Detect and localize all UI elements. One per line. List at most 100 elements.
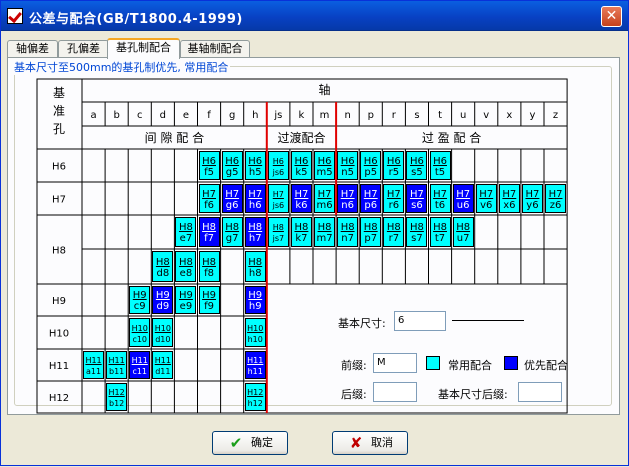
ok-button[interactable]: ✔ 确定 xyxy=(212,431,288,455)
fit-hole-label: H8 xyxy=(178,222,193,233)
fit-shaft-label: x6 xyxy=(503,199,516,211)
fit-cell-h9-f9[interactable]: H9 f9 xyxy=(198,286,220,314)
fit-cell-h8-t7[interactable]: H8 t7 xyxy=(429,217,451,247)
fit-shaft-label: h8 xyxy=(248,267,262,279)
fit-cell-h12-h12[interactable]: H12 h12 xyxy=(244,383,266,411)
fit-shaft-label: n7 xyxy=(341,233,354,244)
suffix-input[interactable] xyxy=(373,382,417,402)
fit-cell-h8-js7[interactable]: H8 js7 xyxy=(267,217,289,247)
fit-shaft-label: d11 xyxy=(155,367,171,376)
fit-cell-h8-m7[interactable]: H8 m7 xyxy=(314,217,336,247)
fit-cell-h7-f6[interactable]: H7 f6 xyxy=(198,184,220,213)
fit-cell-h6-s5[interactable]: H6 s5 xyxy=(406,151,428,180)
fit-cell-h8-k7[interactable]: H8 k7 xyxy=(290,217,312,247)
fit-hole-label: H7 xyxy=(525,188,540,200)
preferred-fit-swatch xyxy=(504,356,518,370)
fit-cell-h7-k6[interactable]: H7 k6 xyxy=(290,184,312,213)
fit-cell-h11-h11[interactable]: H11 h11 xyxy=(244,351,266,379)
fit-cell-h8-s7[interactable]: H8 s7 xyxy=(406,217,428,247)
fit-cell-h7-n6[interactable]: H7 n6 xyxy=(337,184,359,213)
fit-cell-h8-f8[interactable]: H8 f8 xyxy=(198,251,220,282)
fit-cell-h8-e7[interactable]: H8 e7 xyxy=(175,217,197,247)
fit-cell-h7-m6[interactable]: H7 m6 xyxy=(314,184,336,213)
fit-shaft-label: m7 xyxy=(316,233,333,244)
fit-cell-h7-h6[interactable]: H7 h6 xyxy=(244,184,266,213)
fit-hole-label: H11 xyxy=(154,356,171,365)
fit-hole-label: H7 xyxy=(340,188,355,200)
cancel-button[interactable]: ✘ 取消 xyxy=(332,431,408,455)
fit-hole-label: H7 xyxy=(248,188,263,200)
fit-cell-h8-d8[interactable]: H8 d8 xyxy=(152,251,174,282)
fit-cell-h6-m5[interactable]: H6 m5 xyxy=(314,151,336,180)
cross-icon: ✘ xyxy=(349,434,363,452)
tab-shaft-basis-fits[interactable]: 基轴制配合 xyxy=(180,40,250,58)
fit-cell-h11-a11[interactable]: H11 a11 xyxy=(83,351,105,379)
fit-hole-label: H9 xyxy=(155,290,170,301)
tab-hole-deviation[interactable]: 孔偏差 xyxy=(58,40,109,58)
fit-cell-h8-n7[interactable]: H8 n7 xyxy=(337,217,359,247)
fit-shaft-label: k7 xyxy=(295,233,308,244)
fit-cell-h8-r7[interactable]: H8 r7 xyxy=(383,217,405,247)
fit-cell-h6-f5[interactable]: H6 f5 xyxy=(198,151,220,180)
fit-shaft-label: h7 xyxy=(248,233,262,244)
size-suffix-label: 基本尺寸后缀: xyxy=(438,388,508,401)
tab-hole-basis-fits[interactable]: 基孔制配合 xyxy=(107,38,180,59)
fit-cell-h7-s6[interactable]: H7 s6 xyxy=(406,184,428,213)
fit-hole-label: H9 xyxy=(248,290,263,301)
fit-cell-h8-u7[interactable]: H8 u7 xyxy=(452,217,474,247)
fit-cell-h7-r6[interactable]: H7 r6 xyxy=(383,184,405,213)
fit-cell-h7-u6[interactable]: H7 u6 xyxy=(452,184,474,213)
fit-cell-h7-g6[interactable]: H7 g6 xyxy=(221,184,243,213)
fit-cell-h7-js6[interactable]: H7 js6 xyxy=(267,184,289,213)
fit-cell-h6-h5[interactable]: H6 h5 xyxy=(244,151,266,180)
fit-cell-h10-h10[interactable]: H10 h10 xyxy=(244,318,266,347)
fit-cell-h12-b12[interactable]: H12 b12 xyxy=(106,383,128,411)
fit-shaft-label: y6 xyxy=(526,199,539,211)
fit-cell-h9-c9[interactable]: H9 c9 xyxy=(129,286,151,314)
fit-shaft-label: t7 xyxy=(434,233,446,244)
fit-cell-h11-b11[interactable]: H11 b11 xyxy=(106,351,128,379)
fit-shaft-label: r5 xyxy=(388,166,400,178)
fit-cell-h7-p6[interactable]: H7 p6 xyxy=(360,184,382,213)
prefix-input[interactable]: M xyxy=(373,353,417,373)
fit-cell-h11-d11[interactable]: H11 d11 xyxy=(152,351,174,379)
fit-cell-h7-z6[interactable]: H7 z6 xyxy=(545,184,567,213)
fit-hole-label: H8 xyxy=(248,256,263,268)
fit-shaft-label: s7 xyxy=(411,233,423,244)
fit-cell-h6-k5[interactable]: H6 k5 xyxy=(290,151,312,180)
fit-cell-h11-c11[interactable]: H11 c11 xyxy=(129,351,151,379)
fit-shaft-label: e8 xyxy=(179,267,193,279)
fit-shaft-label: p6 xyxy=(364,199,378,211)
fit-cell-h8-e8[interactable]: H8 e8 xyxy=(175,251,197,282)
fit-cell-h6-js6[interactable]: H6 js6 xyxy=(267,151,289,180)
checkmark-icon: ✔ xyxy=(229,434,243,452)
fit-cell-h7-x6[interactable]: H7 x6 xyxy=(498,184,520,213)
fit-cell-h10-d10[interactable]: H10 d10 xyxy=(152,318,174,347)
fit-cell-h8-h8[interactable]: H8 h8 xyxy=(244,251,266,282)
fit-cell-h9-h9[interactable]: H9 h9 xyxy=(244,286,266,314)
fit-cell-h6-r5[interactable]: H6 r5 xyxy=(383,151,405,180)
tab-shaft-deviation[interactable]: 轴偏差 xyxy=(7,40,58,58)
fit-cell-h6-n5[interactable]: H6 n5 xyxy=(337,151,359,180)
fit-cell-h8-h7[interactable]: H8 h7 xyxy=(244,217,266,247)
basic-size-input[interactable]: 6 xyxy=(394,311,446,331)
fit-hole-label: H8 xyxy=(272,223,284,232)
fit-cell-h9-e9[interactable]: H9 e9 xyxy=(175,286,197,314)
fit-hole-label: H8 xyxy=(202,256,216,268)
fit-cell-h8-f7[interactable]: H8 f7 xyxy=(198,217,220,247)
fit-cell-h7-y6[interactable]: H7 y6 xyxy=(521,184,543,213)
close-button[interactable]: ✕ xyxy=(601,6,622,27)
title-bar[interactable]: 公差与配合(GB/T1800.4-1999) ✕ xyxy=(1,1,628,31)
fit-cell-h6-p5[interactable]: H6 p5 xyxy=(360,151,382,180)
ok-button-label: 确定 xyxy=(251,436,273,449)
fit-cell-h6-t5[interactable]: H6 t5 xyxy=(429,151,451,180)
size-suffix-input[interactable] xyxy=(518,382,562,402)
fit-cell-h6-g5[interactable]: H6 g5 xyxy=(221,151,243,180)
fit-cell-h8-g7[interactable]: H8 g7 xyxy=(221,217,243,247)
fit-cell-h10-c10[interactable]: H10 c10 xyxy=(129,318,151,347)
fit-cell-h8-p7[interactable]: H8 p7 xyxy=(360,217,382,247)
fit-shaft-label: k6 xyxy=(295,199,308,211)
fit-cell-h7-v6[interactable]: H7 v6 xyxy=(475,184,497,213)
fit-cell-h7-t6[interactable]: H7 t6 xyxy=(429,184,451,213)
fit-cell-h9-d9[interactable]: H9 d9 xyxy=(152,286,174,314)
